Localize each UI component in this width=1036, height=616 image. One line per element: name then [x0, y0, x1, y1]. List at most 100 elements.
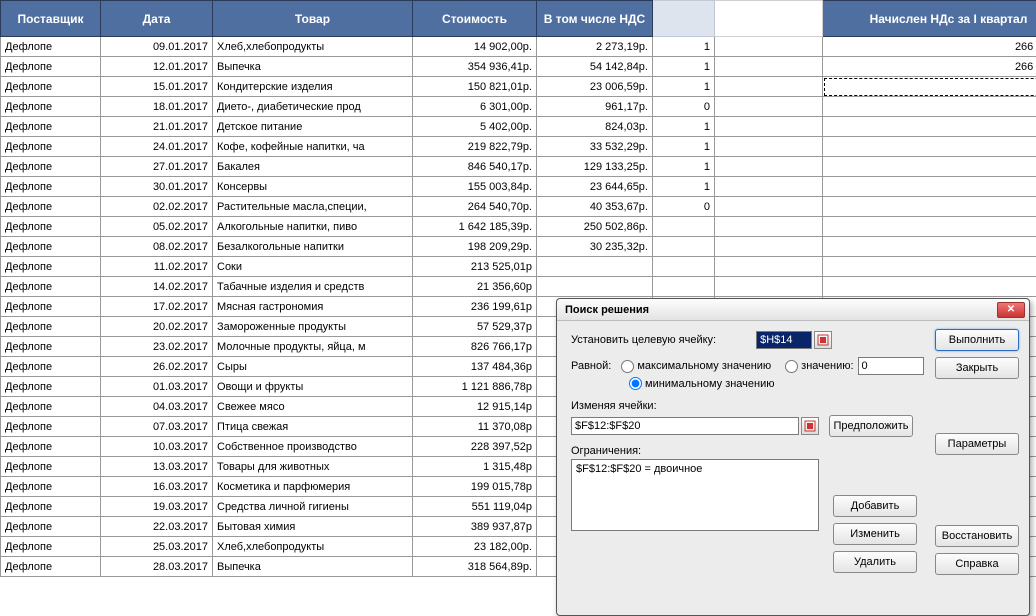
cell-cost[interactable]: 155 003,84р. [413, 177, 537, 197]
cell-flag[interactable] [653, 257, 715, 277]
close-button[interactable]: Закрыть [935, 357, 1019, 379]
cell-supplier[interactable]: Дефлопе [1, 377, 101, 397]
cell-spacer[interactable] [715, 157, 823, 177]
solve-button[interactable]: Выполнить [935, 329, 1019, 351]
cell-date[interactable]: 20.02.2017 [101, 317, 213, 337]
cell-cost[interactable]: 12 915,14р [413, 397, 537, 417]
cell-spacer[interactable] [715, 197, 823, 217]
cell-cost[interactable]: 23 182,00р. [413, 537, 537, 557]
cell-date[interactable]: 10.03.2017 [101, 437, 213, 457]
cell-date[interactable]: 23.02.2017 [101, 337, 213, 357]
cell-supplier[interactable]: Дефлопе [1, 497, 101, 517]
col-spacer[interactable] [715, 1, 823, 37]
cell-nds[interactable] [823, 277, 1036, 297]
cell-nds[interactable] [823, 257, 1036, 277]
cell-nds[interactable] [823, 157, 1036, 177]
cell-cost[interactable]: 57 529,37р [413, 317, 537, 337]
cell-cost[interactable]: 236 199,61р [413, 297, 537, 317]
cell-product[interactable]: Сыры [213, 357, 413, 377]
cell-vat[interactable]: 23 006,59р. [537, 77, 653, 97]
cell-flag[interactable]: 1 [653, 157, 715, 177]
cell-supplier[interactable]: Дефлопе [1, 57, 101, 77]
constraints-list[interactable]: $F$12:$F$20 = двоичное [571, 459, 819, 531]
delete-button[interactable]: Удалить [833, 551, 917, 573]
cell-product[interactable]: Соки [213, 257, 413, 277]
radio-value[interactable] [785, 360, 798, 373]
options-button[interactable]: Параметры [935, 433, 1019, 455]
cell-cost[interactable]: 6 301,00р. [413, 97, 537, 117]
cell-product[interactable]: Молочные продукты, яйца, м [213, 337, 413, 357]
target-cell-input[interactable] [756, 331, 812, 349]
cell-supplier[interactable]: Дефлопе [1, 437, 101, 457]
constraint-item[interactable]: $F$12:$F$20 = двоичное [576, 463, 814, 475]
cell-flag[interactable]: 1 [653, 37, 715, 57]
col-vat[interactable]: В том числе НДС [537, 1, 653, 37]
cell-cost[interactable]: 21 356,60р [413, 277, 537, 297]
cell-date[interactable]: 17.02.2017 [101, 297, 213, 317]
cell-product[interactable]: Овощи и фрукты [213, 377, 413, 397]
cell-cost[interactable]: 5 402,00р. [413, 117, 537, 137]
refedit-icon[interactable] [801, 417, 819, 435]
changing-cells-input[interactable] [571, 417, 799, 435]
cell-cost[interactable]: 199 015,78р [413, 477, 537, 497]
col-supplier[interactable]: Поставщик [1, 1, 101, 37]
cell-product[interactable]: Детское питание [213, 117, 413, 137]
cell-date[interactable]: 07.03.2017 [101, 417, 213, 437]
cell-cost[interactable]: 150 821,01р. [413, 77, 537, 97]
cell-date[interactable]: 15.01.2017 [101, 77, 213, 97]
cell-supplier[interactable]: Дефлопе [1, 317, 101, 337]
cell-date[interactable]: 25.03.2017 [101, 537, 213, 557]
cell-nds[interactable] [823, 137, 1036, 157]
cell-vat[interactable] [537, 277, 653, 297]
cell-cost[interactable]: 389 937,87р [413, 517, 537, 537]
cell-date[interactable]: 27.01.2017 [101, 157, 213, 177]
cell-cost[interactable]: 1 642 185,39р. [413, 217, 537, 237]
cell-date[interactable]: 24.01.2017 [101, 137, 213, 157]
cell-date[interactable]: 13.03.2017 [101, 457, 213, 477]
cell-spacer[interactable] [715, 177, 823, 197]
cell-supplier[interactable]: Дефлопе [1, 537, 101, 557]
cell-nds[interactable] [823, 177, 1036, 197]
close-icon[interactable]: ✕ [997, 302, 1025, 318]
cell-cost[interactable]: 219 822,79р. [413, 137, 537, 157]
cell-spacer[interactable] [715, 37, 823, 57]
cell-nds[interactable] [823, 97, 1036, 117]
cell-date[interactable]: 19.03.2017 [101, 497, 213, 517]
table-row[interactable]: Дефлопе24.01.2017Кофе, кофейные напитки,… [1, 137, 1036, 157]
cell-product[interactable]: Консервы [213, 177, 413, 197]
cell-nds[interactable]: 266 556,84 [823, 37, 1036, 57]
cell-supplier[interactable]: Дефлопе [1, 297, 101, 317]
cell-cost[interactable]: 1 315,48р [413, 457, 537, 477]
cell-cost[interactable]: 137 484,36р [413, 357, 537, 377]
table-row[interactable]: Дефлопе02.02.2017Растительные масла,спец… [1, 197, 1036, 217]
cell-product[interactable]: Дието-, диабетические прод [213, 97, 413, 117]
col-date[interactable]: Дата [101, 1, 213, 37]
cell-spacer[interactable] [715, 257, 823, 277]
cell-flag[interactable] [653, 237, 715, 257]
cell-vat[interactable]: 33 532,29р. [537, 137, 653, 157]
cell-product[interactable]: Косметика и парфюмерия [213, 477, 413, 497]
cell-supplier[interactable]: Дефлопе [1, 217, 101, 237]
cell-spacer[interactable] [715, 137, 823, 157]
table-row[interactable]: Дефлопе12.01.2017Выпечка354 936,41р.54 1… [1, 57, 1036, 77]
cell-vat[interactable]: 23 644,65р. [537, 177, 653, 197]
radio-max[interactable] [621, 360, 634, 373]
cell-product[interactable]: Мясная гастрономия [213, 297, 413, 317]
cell-date[interactable]: 21.01.2017 [101, 117, 213, 137]
cell-supplier[interactable]: Дефлопе [1, 197, 101, 217]
cell-vat[interactable]: 30 235,32р. [537, 237, 653, 257]
cell-supplier[interactable]: Дефлопе [1, 257, 101, 277]
cell-cost[interactable]: 826 766,17р [413, 337, 537, 357]
cell-date[interactable]: 05.02.2017 [101, 217, 213, 237]
cell-supplier[interactable]: Дефлопе [1, 357, 101, 377]
table-row[interactable]: Дефлопе09.01.2017Хлеб,хлебопродукты14 90… [1, 37, 1036, 57]
cell-supplier[interactable]: Дефлопе [1, 477, 101, 497]
cell-flag[interactable] [653, 277, 715, 297]
cell-flag[interactable]: 0 [653, 197, 715, 217]
cell-spacer[interactable] [715, 237, 823, 257]
cell-supplier[interactable]: Дефлопе [1, 417, 101, 437]
cell-cost[interactable]: 318 564,89р. [413, 557, 537, 577]
cell-product[interactable]: Безалкогольные напитки [213, 237, 413, 257]
refedit-icon[interactable] [814, 331, 832, 349]
cell-date[interactable]: 11.02.2017 [101, 257, 213, 277]
